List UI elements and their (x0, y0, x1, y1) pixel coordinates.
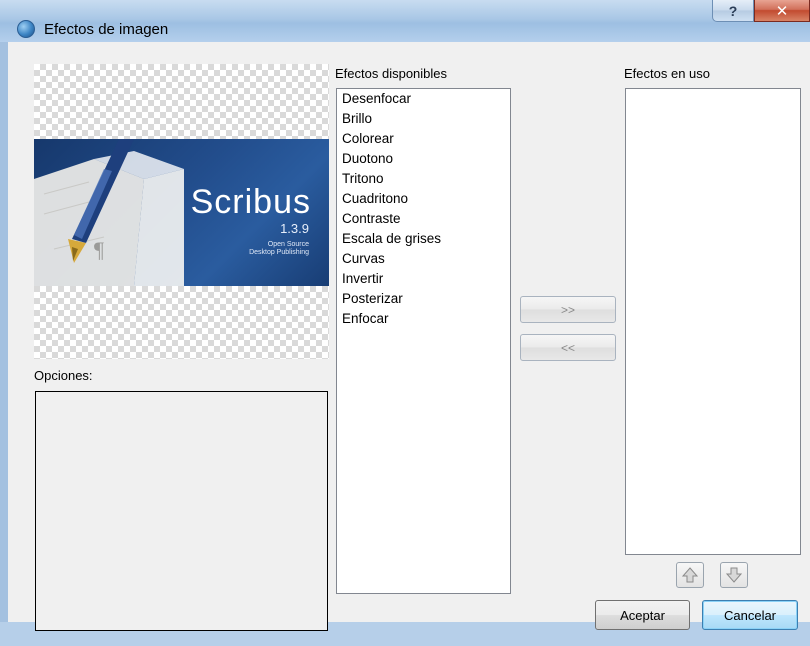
title-bar: Efectos de imagen ? ✕ (0, 0, 810, 42)
list-item[interactable]: Invertir (337, 269, 510, 289)
list-item[interactable]: Cuadritono (337, 189, 510, 209)
move-down-button[interactable] (720, 562, 748, 588)
splash-tagline-line-2: Desktop Publishing (249, 249, 309, 256)
add-effect-button[interactable]: >> (520, 296, 616, 323)
list-item[interactable]: Duotono (337, 149, 510, 169)
help-button[interactable]: ? (712, 0, 754, 22)
list-item[interactable]: Brillo (337, 109, 510, 129)
list-item[interactable]: Contraste (337, 209, 510, 229)
options-panel (35, 391, 328, 631)
close-button[interactable]: ✕ (754, 0, 810, 22)
list-item[interactable]: Colorear (337, 129, 510, 149)
scribus-app-icon (17, 20, 35, 38)
image-effects-dialog: Efectos de imagen ? ✕ ¶ Scribus 1.3.9 Op… (0, 0, 810, 646)
splash-version: 1.3.9 (280, 221, 309, 236)
move-up-button[interactable] (676, 562, 704, 588)
window-title: Efectos de imagen (44, 21, 169, 38)
list-item[interactable]: Escala de grises (337, 229, 510, 249)
options-label: Opciones: (34, 368, 93, 383)
down-arrow-icon (726, 567, 742, 583)
list-item[interactable]: Desenfocar (337, 89, 510, 109)
svg-text:¶: ¶ (94, 237, 104, 262)
available-effects-label: Efectos disponibles (335, 66, 448, 81)
image-preview: ¶ Scribus 1.3.9 Open Source Desktop Publ… (34, 64, 329, 359)
list-item[interactable]: Enfocar (337, 309, 510, 329)
splash-product-name: Scribus (190, 183, 311, 221)
effects-in-use-list[interactable] (625, 88, 801, 555)
effects-in-use-label: Efectos en uso (624, 66, 710, 81)
scribus-splash-image: ¶ Scribus 1.3.9 Open Source Desktop Publ… (34, 139, 329, 286)
list-item[interactable]: Tritono (337, 169, 510, 189)
up-arrow-icon (682, 567, 698, 583)
list-item[interactable]: Curvas (337, 249, 510, 269)
splash-tagline-line-1: Open Source (267, 241, 309, 248)
dialog-client-area: ¶ Scribus 1.3.9 Open Source Desktop Publ… (8, 42, 810, 631)
cancel-button[interactable]: Cancelar (702, 600, 798, 630)
ok-button[interactable]: Aceptar (595, 600, 690, 630)
list-item[interactable]: Posterizar (337, 289, 510, 309)
remove-effect-button[interactable]: << (520, 334, 616, 361)
window-frame-left (0, 42, 8, 646)
available-effects-list[interactable]: Desenfocar Brillo Colorear Duotono Trito… (336, 88, 511, 594)
pen-and-paper-icon: ¶ (34, 139, 184, 286)
